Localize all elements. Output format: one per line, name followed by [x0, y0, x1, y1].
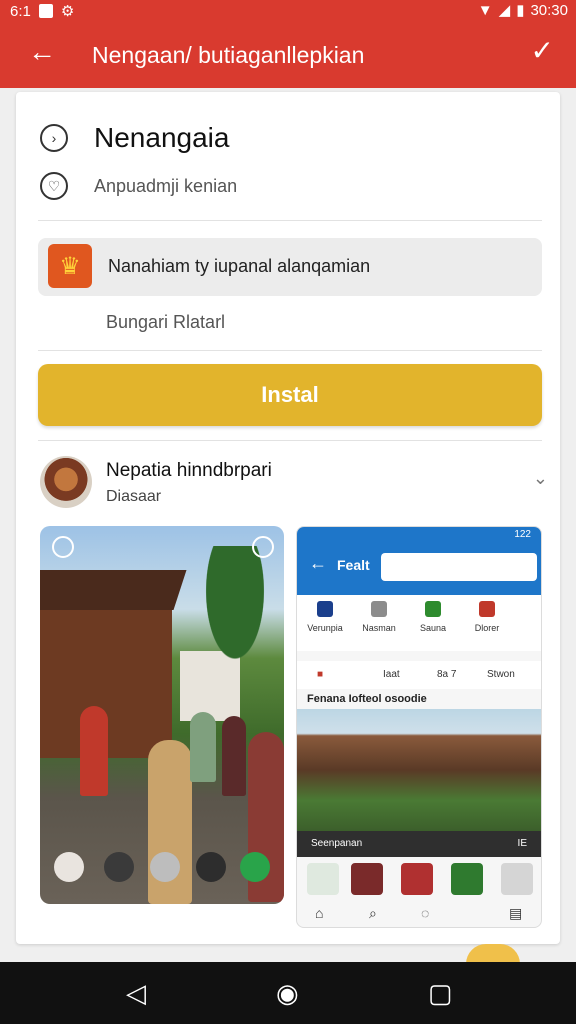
s2-search-icon[interactable]: ⌕: [369, 905, 377, 922]
floating-badge[interactable]: [466, 944, 520, 964]
info-pill-text: Nanahiam ty iupanal alanqamian: [108, 256, 371, 276]
s2-tab-icon[interactable]: ■: [317, 669, 323, 680]
check-icon[interactable]: ✓: [531, 34, 554, 67]
s2-category[interactable]: Nasman: [355, 601, 403, 633]
app-bar-title: Nengaan/ butiaganllepkian: [92, 42, 365, 68]
screenshot-photo[interactable]: [40, 526, 284, 904]
s2-home-icon[interactable]: ⌂: [315, 905, 323, 921]
s2-categories: Verunpia Nasman Sauna Dlorer: [297, 595, 541, 651]
signal-icon: ◢: [498, 2, 511, 19]
app-logo-icon: ♛: [48, 244, 92, 288]
s2-app-bar: ← Fealt: [297, 543, 541, 595]
s2-thumbnails: [297, 863, 541, 897]
app-subtitle: Anpuadmji kenian: [94, 176, 238, 196]
developer-avatar[interactable]: [40, 456, 92, 508]
s2-menu-icon[interactable]: ▤: [509, 905, 522, 922]
s2-shield-icon[interactable]: ◌: [421, 905, 429, 921]
status-time-right: 30:30: [530, 1, 568, 19]
roof-shape: [40, 570, 187, 610]
clock-icon: ›: [40, 124, 68, 152]
s2-thumbnail[interactable]: [501, 863, 533, 895]
s2-thumbnail[interactable]: [351, 863, 383, 895]
app-title: Nenangaia: [94, 122, 230, 153]
status-bar: 6:1 ⚙ ▼ ◢ ▮ 30:30: [0, 0, 576, 22]
wifi-icon: ▼: [477, 1, 493, 19]
refresh-icon[interactable]: [252, 536, 274, 558]
clock-icon[interactable]: [196, 852, 226, 882]
s2-thumbnail[interactable]: [401, 863, 433, 895]
back-triangle-icon[interactable]: ◁: [126, 978, 146, 1009]
s2-category-label: Verunpia: [307, 623, 343, 633]
developer-name: Nepatia hinndbrpari: [106, 460, 272, 481]
back-arrow-icon[interactable]: ←: [309, 553, 327, 574]
person-figure: [80, 706, 108, 796]
settings-notif-icon: ⚙: [60, 3, 75, 20]
screenshot-app[interactable]: 122 ← Fealt Verunpia Nasman Sauna Dlorer…: [296, 526, 542, 928]
s2-tab[interactable]: Stwon: [487, 669, 515, 680]
palm-shape: [190, 546, 280, 696]
s2-category-label: Dlorer: [474, 623, 500, 633]
s2-tabs: ■ Iaat 8a 7 Stwon: [297, 661, 541, 689]
s2-category[interactable]: Dlorer: [463, 601, 511, 633]
thumbnail-avatar[interactable]: [54, 852, 84, 882]
back-arrow-icon[interactable]: ←: [28, 36, 56, 68]
rating-text: Bungari Rlatarl: [106, 312, 226, 332]
install-button[interactable]: Instal: [38, 364, 542, 426]
system-nav-bar: ◁ ◉ ▢: [0, 962, 576, 1024]
gallery-icon[interactable]: [240, 852, 270, 882]
divider: [38, 440, 542, 441]
thumbnail-avatar[interactable]: [104, 852, 134, 882]
status-time-left: 6:1: [10, 2, 31, 20]
tree-icon: [425, 601, 441, 617]
camera-icon[interactable]: [52, 536, 74, 558]
app-detail-card: › Nenangaia ♡ Anpuadmji kenian ♛ Nanahia…: [16, 92, 560, 944]
home-circle-icon[interactable]: ◉: [276, 978, 299, 1009]
s2-photo: [297, 709, 541, 831]
chat-icon: [371, 601, 387, 617]
s2-caption-bar: Seenpanan IE: [297, 831, 541, 857]
tools-icon: [479, 601, 495, 617]
divider: [38, 350, 542, 351]
info-pill[interactable]: ♛ Nanahiam ty iupanal alanqamian: [38, 238, 542, 296]
chevron-down-icon[interactable]: ⌄: [533, 468, 548, 489]
person-figure: [190, 712, 216, 782]
s2-title: Fealt: [337, 557, 370, 573]
divider: [38, 220, 542, 221]
house-icon: [317, 601, 333, 617]
s2-status-bar: 122: [297, 527, 541, 543]
s2-tab[interactable]: Iaat: [383, 669, 400, 680]
s2-tab[interactable]: 8a 7: [437, 669, 456, 680]
person-figure: [222, 716, 246, 796]
s2-category[interactable]: Verunpia: [301, 601, 349, 633]
s2-thumbnail[interactable]: [451, 863, 483, 895]
battery-icon: ▮: [516, 2, 525, 19]
notification-icon: [38, 4, 53, 18]
s2-category[interactable]: Sauna: [409, 601, 457, 633]
heart-icon: ♡: [40, 172, 68, 200]
app-bar: ← Nengaan/ butiaganllepkian ✓: [0, 22, 576, 88]
developer-subtitle: Diasaar: [106, 488, 162, 505]
recents-square-icon[interactable]: ▢: [428, 978, 453, 1009]
s2-category-label: Sauna: [419, 623, 447, 633]
s2-category-label: Nasman: [362, 623, 396, 633]
plus-icon[interactable]: [150, 852, 180, 882]
s2-bottom-nav: ⌂ ⌕ ◌ ▤: [297, 901, 541, 927]
s2-search-field[interactable]: [381, 553, 537, 581]
s2-caption-right: IE: [517, 838, 527, 849]
s2-caption: Fenana Iofteol osoodie: [307, 693, 427, 705]
s2-caption-left: Seenpanan: [311, 838, 363, 849]
s2-thumbnail[interactable]: [307, 863, 339, 895]
